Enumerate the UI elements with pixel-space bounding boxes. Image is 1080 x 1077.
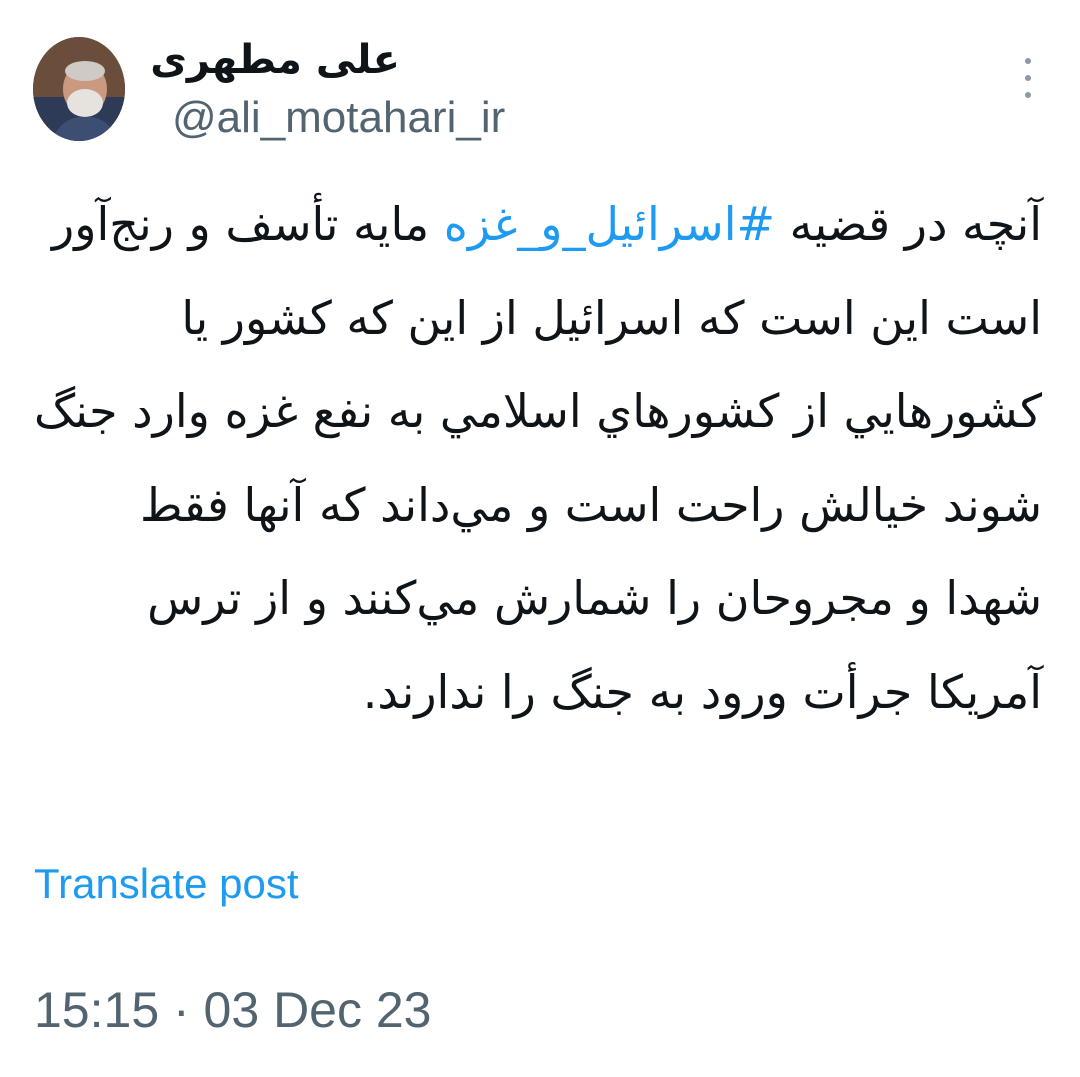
author-handle[interactable]: @ali_motahari_ir (172, 88, 505, 148)
tweet-text-continuation: مایه (353, 197, 444, 251)
tweet-text: آنچه در قضیه #اسرائیل_و_غزه مایه تأسف و … (32, 178, 1042, 739)
more-options-icon[interactable] (1016, 58, 1040, 98)
profile-photo-icon (33, 37, 125, 141)
avatar[interactable] (33, 37, 125, 141)
tweet-text-lead: آنچه در قضیه (775, 197, 1042, 251)
post-timestamp[interactable]: 15:15 · 03 Dec 23 (34, 980, 432, 1040)
tweet-text-body: تأسف و رنج‌آور است این است که اسرائیل از… (34, 197, 1042, 719)
more-dot (1025, 75, 1031, 81)
more-dot (1025, 92, 1031, 98)
translate-post-link[interactable]: Translate post (34, 858, 299, 910)
more-dot (1025, 58, 1031, 64)
hashtag-link[interactable]: #اسرائیل_و_غزه (444, 197, 775, 251)
author-display-name[interactable]: علی مطهری (150, 30, 400, 90)
